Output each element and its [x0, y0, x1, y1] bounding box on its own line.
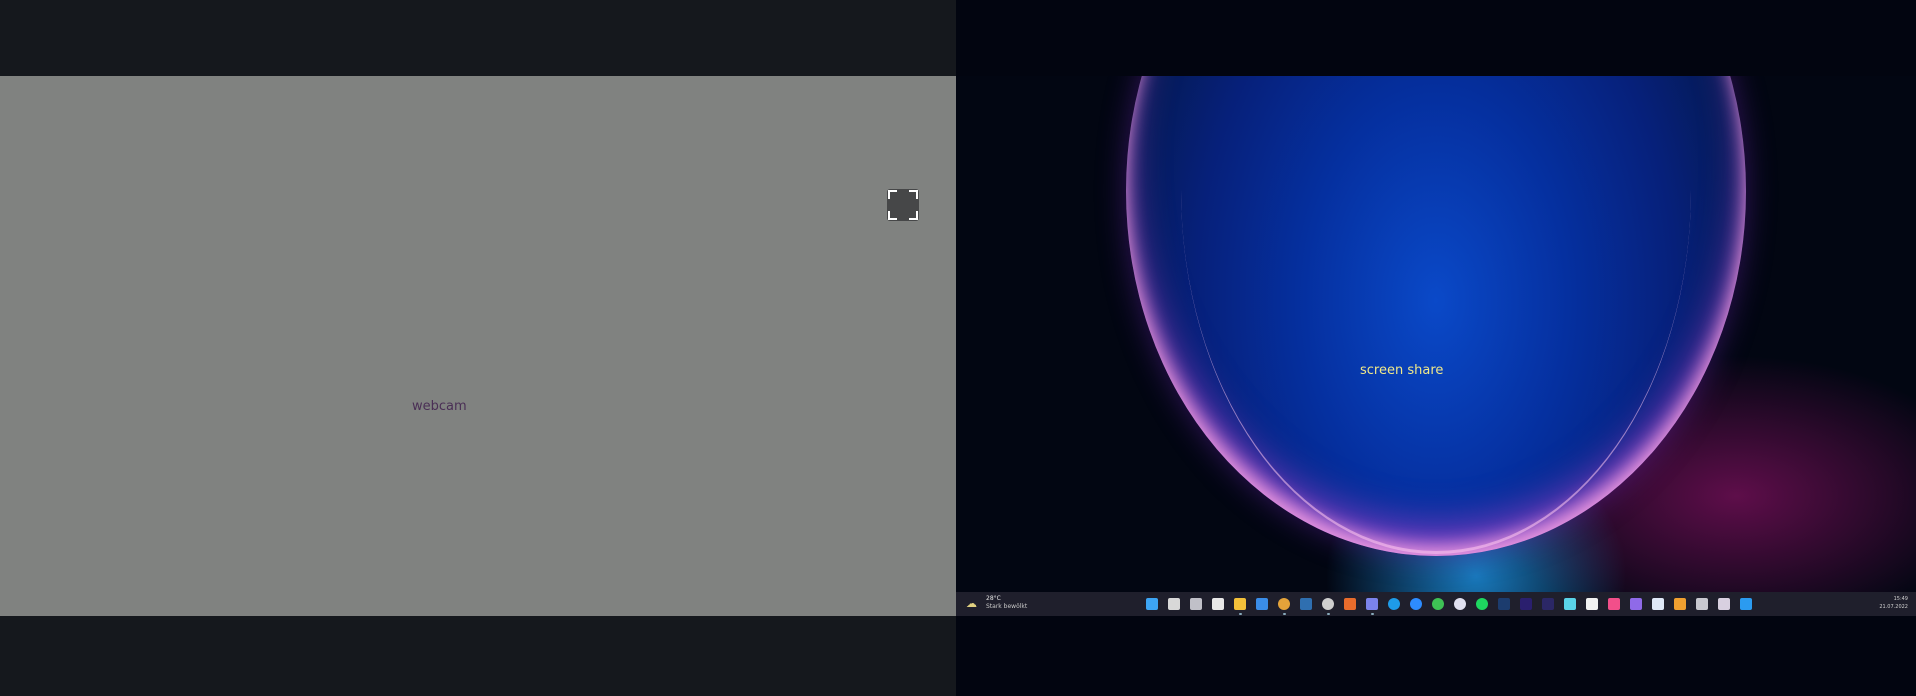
- running-indicator: [1239, 613, 1242, 615]
- chrome-icon[interactable]: [1278, 598, 1290, 610]
- skype-icon[interactable]: [1388, 598, 1400, 610]
- running-indicator: [1283, 613, 1286, 615]
- jetbrains-icon[interactable]: [1608, 598, 1620, 610]
- taskbar-clock[interactable]: 15:49 21.07.2022: [1879, 595, 1908, 611]
- windows-start-icon[interactable]: [1146, 598, 1158, 610]
- search-icon[interactable]: [1168, 598, 1180, 610]
- messenger-icon[interactable]: [1454, 598, 1466, 610]
- webcam-pane: webcam: [0, 0, 956, 696]
- cloud-sun-icon: ☁: [966, 597, 977, 610]
- mail-icon[interactable]: [1256, 598, 1268, 610]
- whatsapp-icon[interactable]: [1432, 598, 1444, 610]
- obsidian-icon[interactable]: [1630, 598, 1642, 610]
- fullscreen-icon: [888, 190, 918, 220]
- widgets-icon[interactable]: [1212, 598, 1224, 610]
- ndi-icon[interactable]: [1652, 598, 1664, 610]
- notion-icon[interactable]: [1586, 598, 1598, 610]
- teams-icon[interactable]: [1366, 598, 1378, 610]
- running-indicator: [1327, 613, 1330, 615]
- network-icon[interactable]: [1718, 598, 1730, 610]
- photoshop-icon[interactable]: [1498, 598, 1510, 610]
- weather-description: Stark bewölkt: [986, 603, 1028, 610]
- fullscreen-button[interactable]: [887, 189, 919, 221]
- after-effects-icon[interactable]: [1542, 598, 1554, 610]
- premiere-icon[interactable]: [1520, 598, 1532, 610]
- clock-date: 21.07.2022: [1879, 604, 1908, 610]
- notes-icon[interactable]: [1564, 598, 1576, 610]
- desktop-wallpaper: screen share ☁ 28°C Stark bewölkt 15:49 …: [956, 76, 1916, 616]
- zoom-icon[interactable]: [1410, 598, 1422, 610]
- clock-time: 15:49: [1893, 596, 1908, 602]
- settings-icon[interactable]: [1696, 598, 1708, 610]
- calendar-icon[interactable]: [1344, 598, 1356, 610]
- taskbar: ☁ 28°C Stark bewölkt 15:49 21.07.2022: [956, 592, 1916, 616]
- file-explorer-icon[interactable]: [1234, 598, 1246, 610]
- screen-share-label: screen share: [1360, 363, 1444, 378]
- webcam-feed: webcam: [0, 76, 956, 616]
- virtualbox-icon[interactable]: [1674, 598, 1686, 610]
- screen-share-pane: screen share ☁ 28°C Stark bewölkt 15:49 …: [956, 0, 1916, 696]
- webcam-label: webcam: [412, 399, 467, 414]
- chatgpt-icon[interactable]: [1322, 598, 1334, 610]
- running-indicator: [1371, 613, 1374, 615]
- task-view-icon[interactable]: [1190, 598, 1202, 610]
- weather-temperature: 28°C: [986, 595, 1001, 602]
- spotify-icon[interactable]: [1476, 598, 1488, 610]
- app-l-icon[interactable]: [1300, 598, 1312, 610]
- vscode-icon[interactable]: [1740, 598, 1752, 610]
